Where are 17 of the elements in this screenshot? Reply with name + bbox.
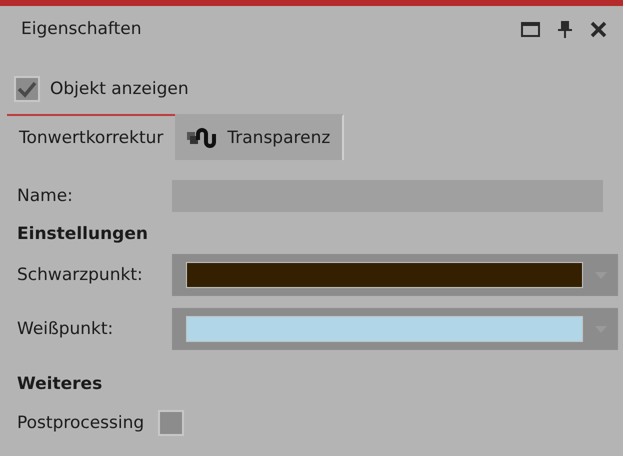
field-label: Name: <box>17 186 74 206</box>
checkbox-label: Postprocessing <box>17 413 144 433</box>
section-heading: Weiteres <box>17 373 104 396</box>
color-picker[interactable] <box>172 308 618 350</box>
tab[interactable]: Transparenz <box>175 114 344 160</box>
color-picker[interactable] <box>172 254 618 296</box>
tab[interactable]: Tonwertkorrektur <box>7 114 176 160</box>
window-title: Eigenschaften <box>21 19 142 39</box>
checkbox[interactable] <box>14 76 40 102</box>
checkbox[interactable] <box>158 410 184 436</box>
field-label: Weißpunkt: <box>17 319 114 339</box>
pin-icon[interactable] <box>558 20 572 38</box>
checkbox-label: Objekt anzeigen <box>50 79 189 99</box>
close-icon[interactable] <box>590 20 607 38</box>
field-label: Schwarzpunkt: <box>17 265 144 285</box>
maximize-icon[interactable] <box>521 22 540 36</box>
section-heading: Einstellungen <box>17 223 149 246</box>
